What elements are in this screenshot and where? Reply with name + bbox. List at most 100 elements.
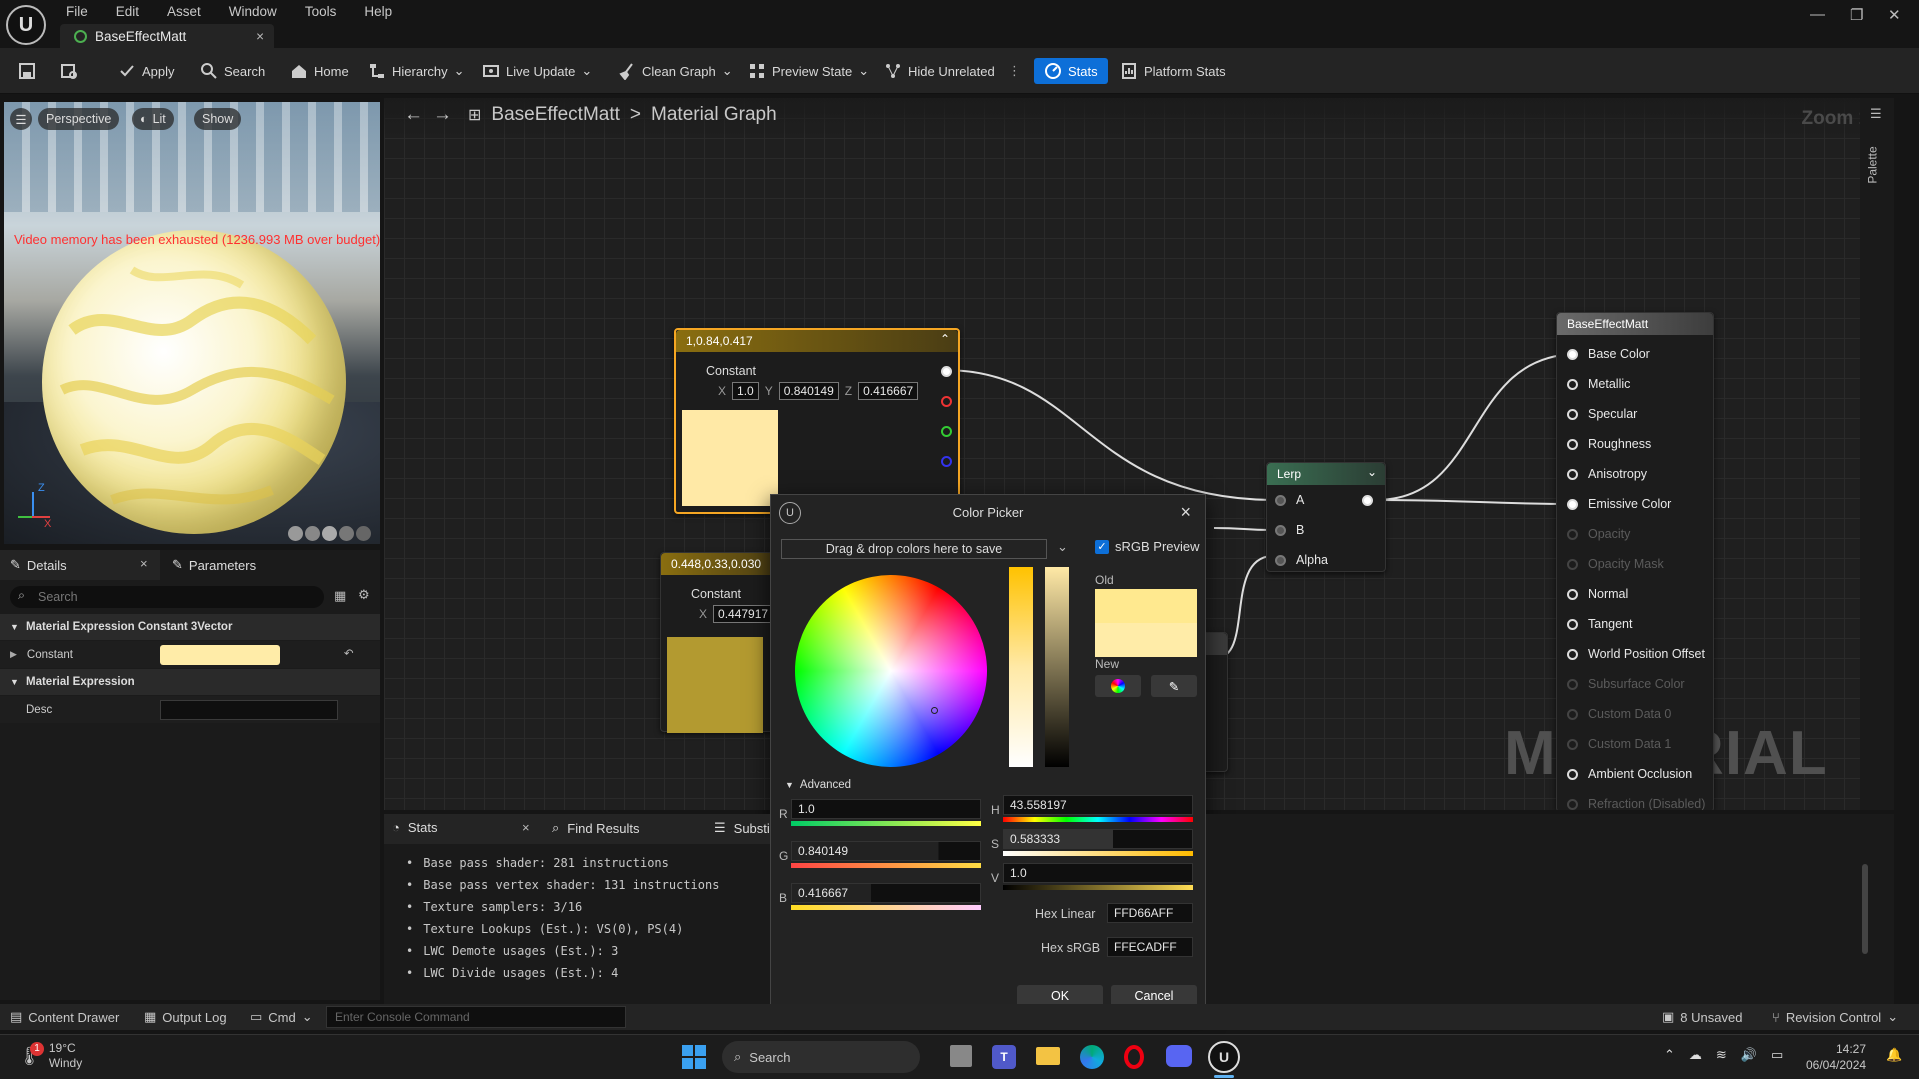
chevron-down-icon[interactable]: ⌄ — [1367, 465, 1377, 479]
close-window-icon[interactable]: ✕ — [1888, 6, 1901, 24]
minimize-icon[interactable]: — — [1810, 6, 1825, 23]
input-pin[interactable] — [1567, 348, 1578, 360]
save-icon[interactable] — [14, 58, 40, 84]
cloud-icon[interactable]: ☁ — [1689, 1047, 1702, 1063]
palette-tab[interactable]: Palette — [1866, 146, 1880, 183]
unreal-logo-icon[interactable]: U — [6, 5, 46, 45]
result-pin-row[interactable]: Emissive Color — [1567, 489, 1705, 519]
settings-icon[interactable]: ⚙ — [358, 587, 370, 603]
r-input[interactable]: 1.0 — [791, 799, 981, 819]
table-view-icon[interactable]: ▦ — [334, 588, 346, 604]
result-pin-row[interactable]: Ambient Occlusion — [1567, 759, 1705, 789]
color-wheel-cursor[interactable] — [931, 707, 938, 714]
revision-control-button[interactable]: ⑂ Revision Control ⌄ — [1772, 1009, 1898, 1025]
g-slider[interactable] — [791, 863, 981, 868]
checkbox-checked-icon[interactable]: ✓ — [1095, 539, 1109, 554]
desc-input[interactable] — [160, 700, 338, 720]
home-button[interactable]: Home — [286, 58, 353, 84]
result-pin-row[interactable]: Anisotropy — [1567, 459, 1705, 489]
close-picker-icon[interactable]: × — [1180, 502, 1191, 523]
input-pin[interactable] — [1567, 618, 1578, 630]
r-slider[interactable] — [791, 821, 981, 826]
hierarchy-button[interactable]: Hierarchy ⌄ — [364, 58, 469, 84]
preview-viewport[interactable]: ☰ Perspective ◐ Lit Show Video memory has… — [4, 102, 380, 544]
cmd-dropdown[interactable]: ▭ Cmd ⌄ — [250, 1009, 313, 1025]
result-pin-row[interactable]: Normal — [1567, 579, 1705, 609]
stats-tab[interactable]: ◔ Stats — [392, 820, 437, 835]
preview-plane-icon[interactable] — [322, 526, 337, 541]
result-pin-row[interactable]: World Position Offset — [1567, 639, 1705, 669]
collapse-arrow-icon[interactable]: ▶ — [10, 649, 17, 660]
v-slider[interactable] — [1003, 885, 1193, 890]
value-slider[interactable] — [1045, 567, 1069, 767]
battery-icon[interactable]: ▭ — [1771, 1047, 1783, 1063]
collapse-node-icon[interactable]: ⌃ — [940, 332, 950, 346]
input-pin[interactable] — [1275, 494, 1286, 506]
result-pin-row[interactable]: Opacity — [1567, 519, 1705, 549]
wifi-icon[interactable]: ≋ — [1716, 1047, 1727, 1063]
substrate-tab[interactable]: ☰ Substi — [714, 820, 770, 836]
task-view-icon[interactable] — [950, 1045, 972, 1067]
asset-tab[interactable]: BaseEffectMatt × — [60, 24, 274, 48]
menu-window[interactable]: Window — [229, 4, 277, 19]
saturation-slider[interactable] — [1009, 567, 1033, 767]
g-input[interactable]: 0.840149 — [791, 841, 981, 861]
constant-node-1[interactable]: 1,0.84,0.417 ⌃ Constant X 1.0 Y 0.840149… — [674, 328, 960, 514]
preview-sphere-icon[interactable] — [288, 526, 303, 541]
stats-scrollbar[interactable] — [1862, 864, 1868, 954]
search-button[interactable]: Search — [196, 58, 269, 84]
perspective-button[interactable]: Perspective — [38, 108, 120, 130]
input-pin[interactable] — [1567, 678, 1578, 690]
color-themes-button[interactable] — [1095, 675, 1141, 697]
input-pin[interactable] — [1567, 768, 1578, 780]
z-input[interactable]: 0.416667 — [858, 382, 919, 400]
restore-icon[interactable]: ❐ — [1850, 6, 1863, 24]
preview-state-button[interactable]: Preview State ⌄ — [744, 58, 873, 84]
v-input[interactable]: 1.0 — [1003, 863, 1193, 883]
input-pin[interactable] — [1275, 554, 1286, 566]
input-pin[interactable] — [1567, 378, 1578, 390]
hex-srgb-input[interactable]: FFECADFF — [1107, 937, 1193, 957]
content-drawer-button[interactable]: ▤ Content Drawer — [10, 1009, 119, 1025]
input-pin[interactable] — [1567, 738, 1578, 750]
details-tab[interactable]: ✎ Details — [10, 550, 67, 580]
weather-widget[interactable]: 🌡 1 19°C Windy — [18, 1041, 82, 1071]
windows-start-icon[interactable] — [682, 1045, 706, 1069]
output-log-button[interactable]: ▦ Output Log — [144, 1009, 227, 1025]
x-input[interactable]: 0.447917 — [713, 605, 774, 623]
file-explorer-icon[interactable] — [1036, 1047, 1060, 1065]
input-pin[interactable] — [1567, 498, 1578, 510]
preview-mesh-icon[interactable] — [356, 526, 371, 541]
result-pin-row[interactable]: Custom Data 1 — [1567, 729, 1705, 759]
input-pin[interactable] — [1567, 468, 1578, 480]
unsaved-button[interactable]: ▣ 8 Unsaved — [1662, 1009, 1742, 1025]
s-slider[interactable] — [1003, 851, 1193, 856]
input-pin[interactable] — [1567, 798, 1578, 810]
section-material-expression[interactable]: ▼ Material Expression — [0, 669, 380, 695]
result-pin-row[interactable]: Custom Data 0 — [1567, 699, 1705, 729]
hide-unrelated-button[interactable]: Hide Unrelated — [880, 58, 999, 84]
constant-color-swatch[interactable] — [160, 645, 280, 665]
eyedropper-button[interactable]: ✎ — [1151, 675, 1197, 697]
platform-stats-button[interactable]: Platform Stats — [1116, 58, 1230, 84]
section-constant-3vector[interactable]: ▼ Material Expression Constant 3Vector — [0, 614, 380, 640]
b-slider[interactable] — [791, 905, 981, 910]
input-pin[interactable] — [1567, 438, 1578, 450]
input-pin[interactable] — [1567, 558, 1578, 570]
stats-button[interactable]: Stats — [1034, 58, 1108, 84]
lerp-node[interactable]: Lerp ⌄ A B Alpha — [1266, 462, 1386, 572]
output-pin-b[interactable] — [941, 456, 952, 467]
edge-icon[interactable] — [1080, 1045, 1104, 1069]
output-pin-r[interactable] — [941, 396, 952, 407]
result-pin-row[interactable]: Tangent — [1567, 609, 1705, 639]
find-results-tab[interactable]: ⌕ Find Results — [552, 820, 640, 836]
output-pin-rgb[interactable] — [941, 366, 952, 377]
parameters-tab[interactable]: ✎ Parameters — [172, 550, 256, 580]
notification-bell-icon[interactable]: 🔔 — [1886, 1047, 1902, 1063]
lerp-input-alpha[interactable]: Alpha — [1275, 545, 1328, 575]
menu-help[interactable]: Help — [364, 4, 392, 19]
taskbar-search[interactable]: ⌕ Search — [722, 1041, 920, 1073]
lerp-input-b[interactable]: B — [1275, 515, 1304, 545]
opera-icon[interactable] — [1124, 1045, 1144, 1069]
lerp-input-a[interactable]: A — [1275, 485, 1304, 515]
